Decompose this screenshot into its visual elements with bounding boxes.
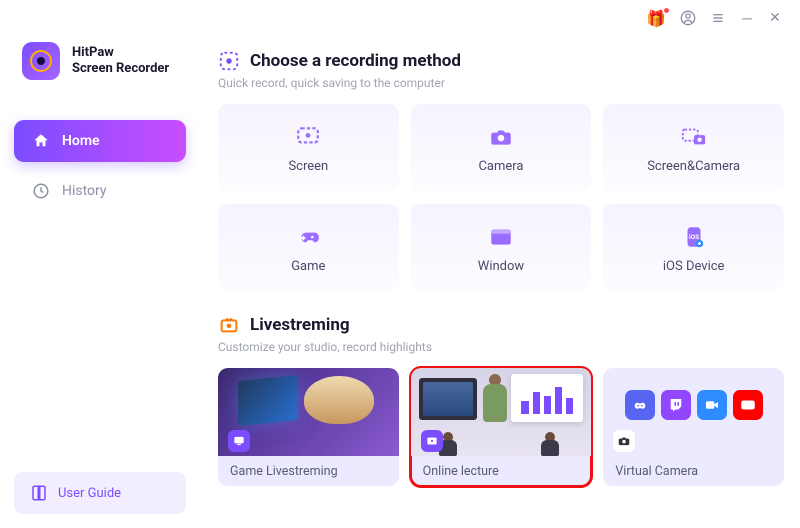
live-lecture-label: Online lecture <box>411 456 592 486</box>
camera-badge-icon <box>613 430 635 452</box>
user-guide-label: User Guide <box>58 486 121 501</box>
home-icon <box>32 132 50 150</box>
screen-camera-icon <box>681 124 707 150</box>
nav-home-label: Home <box>62 133 100 149</box>
brand: HitPaw Screen Recorder <box>14 28 186 112</box>
discord-icon <box>625 390 655 420</box>
account-icon[interactable] <box>680 10 696 26</box>
brand-logo <box>22 42 60 80</box>
live-virtual-camera-card[interactable]: Virtual Camera <box>603 368 784 486</box>
nav-history[interactable]: History <box>14 170 186 212</box>
card-label: Screen&Camera <box>647 159 740 174</box>
livestream-title: Livestreming <box>250 315 350 335</box>
ios-icon: iOS <box>681 224 707 250</box>
record-window-card[interactable]: Window <box>411 204 592 292</box>
livestream-icon <box>218 314 240 336</box>
recording-title: Choose a recording method <box>250 51 461 71</box>
card-label: Camera <box>478 159 523 174</box>
record-camera-card[interactable]: Camera <box>411 104 592 192</box>
minimize-button[interactable]: ─ <box>740 10 754 27</box>
youtube-icon <box>733 390 763 420</box>
record-screen-camera-card[interactable]: Screen&Camera <box>603 104 784 192</box>
stream-badge-icon <box>421 430 443 452</box>
sidebar: HitPaw Screen Recorder Home History User… <box>0 0 200 528</box>
camera-icon <box>488 124 514 150</box>
video-icon <box>697 390 727 420</box>
menu-icon[interactable] <box>710 10 726 26</box>
close-button[interactable]: ✕ <box>768 10 782 26</box>
live-game-card[interactable]: Game Livestreming <box>218 368 399 486</box>
window-icon <box>488 224 514 250</box>
clock-icon <box>32 182 50 200</box>
main-content: Choose a recording method Quick record, … <box>200 36 800 528</box>
record-screen-card[interactable]: Screen <box>218 104 399 192</box>
book-icon <box>30 484 48 502</box>
card-label: iOS Device <box>663 259 725 274</box>
recording-subtitle: Quick record, quick saving to the comput… <box>218 76 784 90</box>
record-game-card[interactable]: Game <box>218 204 399 292</box>
gamepad-icon <box>295 224 321 250</box>
card-label: Screen <box>288 159 328 174</box>
live-vc-label: Virtual Camera <box>603 456 784 486</box>
nav-home[interactable]: Home <box>14 120 186 162</box>
nav-history-label: History <box>62 183 107 199</box>
screen-icon <box>295 124 321 150</box>
brand-line2: Screen Recorder <box>72 61 169 77</box>
live-lecture-card[interactable]: Online lecture <box>411 368 592 486</box>
recording-method-icon <box>218 50 240 72</box>
livestream-subtitle: Customize your studio, record highlights <box>218 340 784 354</box>
card-label: Game <box>291 259 325 274</box>
user-guide-button[interactable]: User Guide <box>14 472 186 514</box>
card-label: Window <box>478 259 524 274</box>
gift-icon[interactable]: 🎁 <box>646 9 666 28</box>
brand-line1: HitPaw <box>72 45 169 61</box>
record-ios-card[interactable]: iOS iOS Device <box>603 204 784 292</box>
monitor-badge-icon <box>228 430 250 452</box>
brand-text: HitPaw Screen Recorder <box>72 45 169 78</box>
live-game-label: Game Livestreming <box>218 456 399 486</box>
twitch-icon <box>661 390 691 420</box>
svg-text:iOS: iOS <box>689 233 699 241</box>
